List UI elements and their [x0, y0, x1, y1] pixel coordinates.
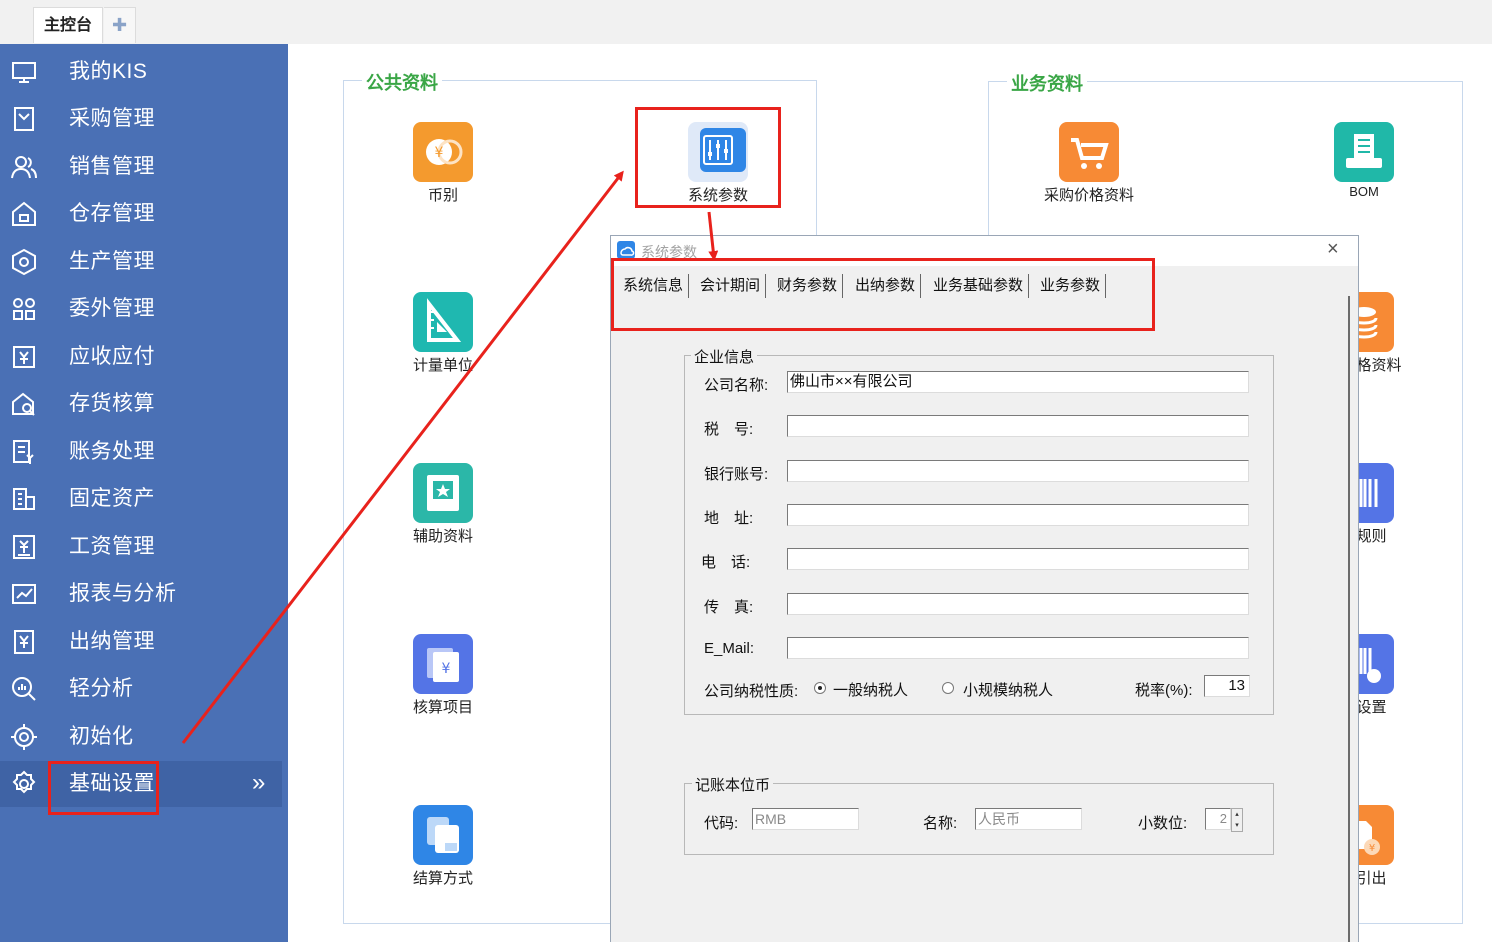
annotation-arrows: [181, 170, 719, 744]
arrow-to-dialog-tabs: [707, 211, 719, 261]
screen: 主控台 ✚ 我的KIS 采购管理 销售管理 仓存管理 生产管理 委外管理 应收应…: [0, 0, 1492, 942]
arrow-to-system-params: [181, 170, 624, 744]
